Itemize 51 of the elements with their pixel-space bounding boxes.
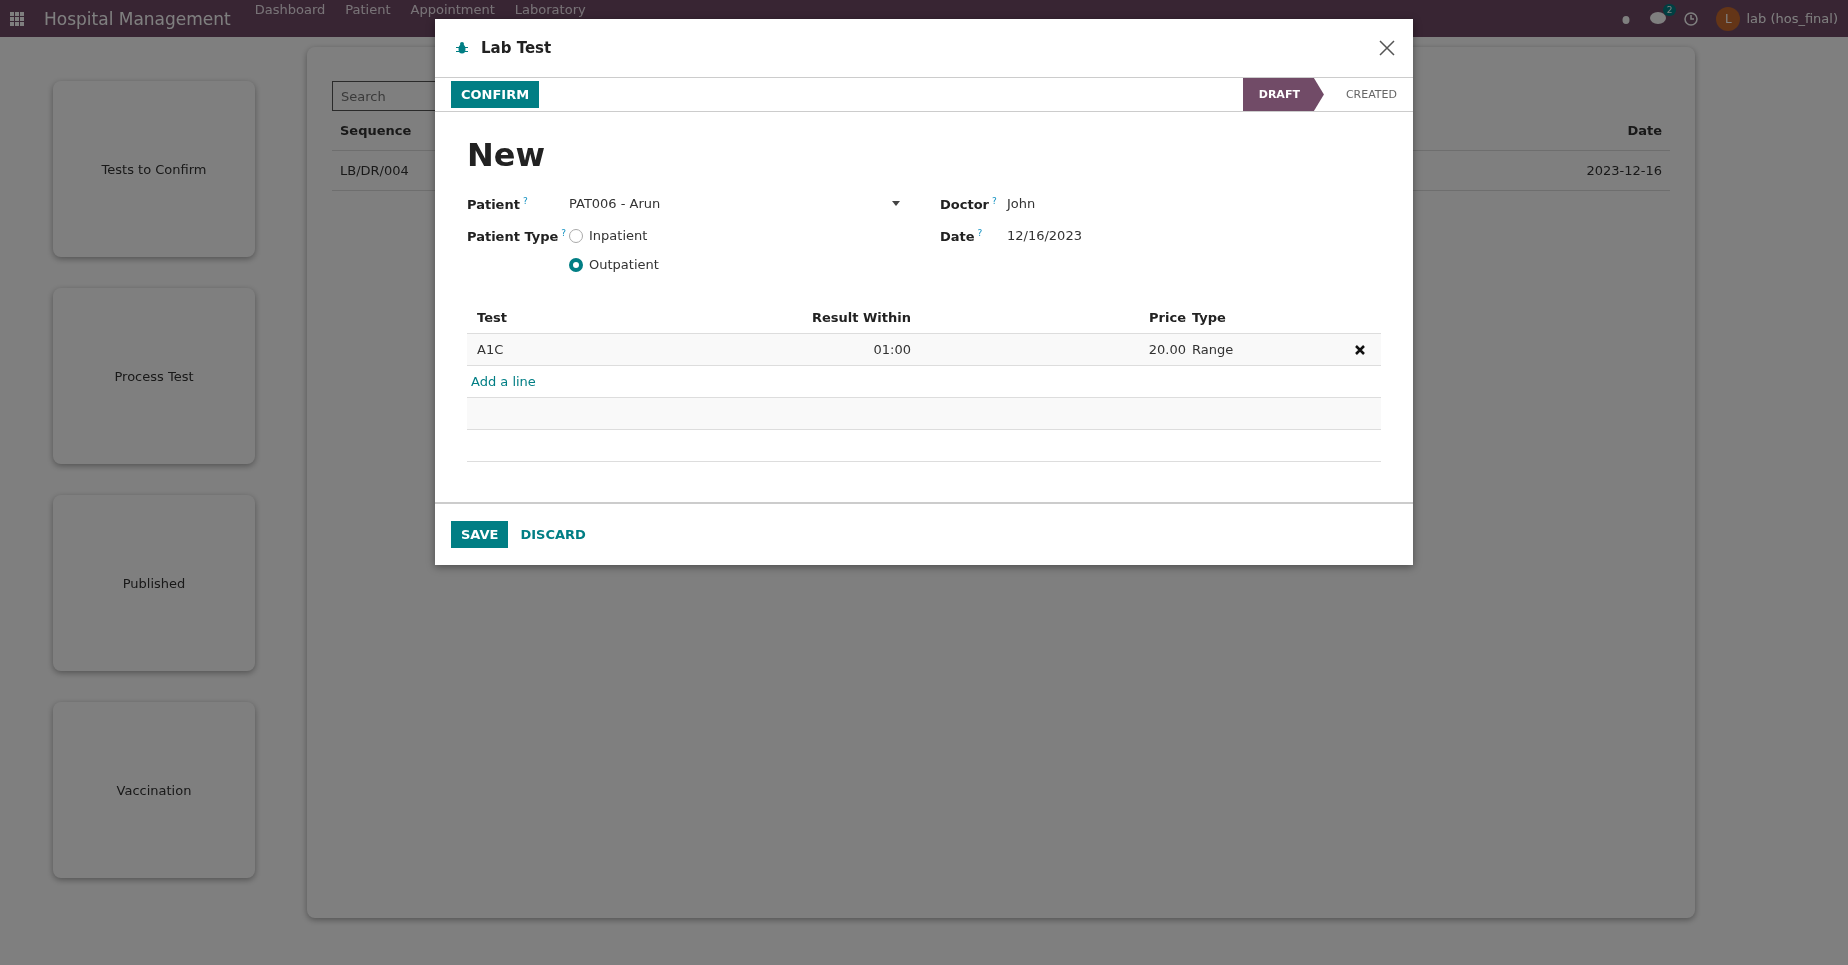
radio-option[interactable]: Outpatient (569, 257, 900, 273)
column-header[interactable]: Price (911, 310, 1186, 326)
help-mark[interactable]: ? (522, 196, 528, 206)
table-cell-text: Range (1191, 342, 1235, 358)
add-line-link[interactable]: Add a line (469, 374, 538, 390)
dashboard-card[interactable]: Published (53, 495, 255, 671)
user-name[interactable]: lab (hos_final) (1746, 11, 1838, 26)
record-title: New (467, 136, 547, 174)
column-header[interactable]: Test (471, 310, 691, 326)
table-cell: LB/DR/004 (340, 163, 409, 178)
menu-item[interactable]: Appointment (410, 2, 495, 17)
help-mark[interactable]: ? (992, 196, 997, 206)
table-cell-text: 20.00 (1147, 342, 1186, 358)
dashboard-card[interactable]: Process Test (53, 288, 255, 464)
menu-item[interactable]: Patient (345, 2, 391, 17)
field-label: Patient (467, 197, 520, 213)
field-value: John (1007, 196, 1037, 211)
close-button[interactable] (1379, 40, 1395, 56)
radio-option[interactable]: Inpatient (569, 228, 900, 244)
table-cell-text: 01:00 (872, 342, 911, 358)
table-row[interactable]: A1C 01:00 20.00 Range (467, 334, 1381, 367)
column-header[interactable]: Type (1186, 310, 1336, 326)
dashboard-card[interactable]: Vaccination (53, 702, 255, 878)
app-name[interactable]: Hospital Management (44, 8, 231, 29)
caret-icon[interactable] (892, 201, 900, 206)
menu-item[interactable]: Dashboard (254, 2, 326, 17)
table-cell-text: A1C (476, 342, 505, 358)
help-mark[interactable]: ? (977, 228, 983, 239)
column-header[interactable]: Result Within (691, 310, 911, 326)
apps-grid-icon[interactable] (10, 11, 24, 26)
column-header[interactable]: Date (1627, 123, 1662, 138)
chat-icon[interactable] (1650, 11, 1667, 26)
field-value: 12/16/2023 (1007, 228, 1083, 244)
discard-button[interactable]: DISCARD (520, 521, 586, 549)
chat-count: 2 (1662, 3, 1677, 16)
field-label: Date (940, 229, 975, 245)
status-stage[interactable]: DRAFT (1242, 78, 1324, 111)
dashboard-card[interactable]: Tests to Confirm (53, 81, 255, 257)
save-button[interactable]: SAVE (451, 521, 509, 549)
status-stage[interactable]: CREATED (1323, 78, 1413, 111)
user-avatar[interactable]: L (1716, 6, 1741, 31)
clock-icon[interactable] (1684, 11, 1699, 26)
field-label: Patient Type (467, 229, 559, 245)
table-cell: 2023-12-16 (1586, 163, 1662, 178)
column-header[interactable]: Sequence (340, 123, 412, 138)
patient-select[interactable]: PAT006 - Arun (569, 196, 900, 211)
help-mark[interactable]: ? (561, 228, 567, 239)
confirm-button[interactable]: CONFIRM (451, 81, 540, 108)
dialog-title: Lab Test (481, 39, 552, 57)
menu-item[interactable]: Laboratory (514, 2, 586, 17)
field-label: Doctor (940, 197, 989, 213)
